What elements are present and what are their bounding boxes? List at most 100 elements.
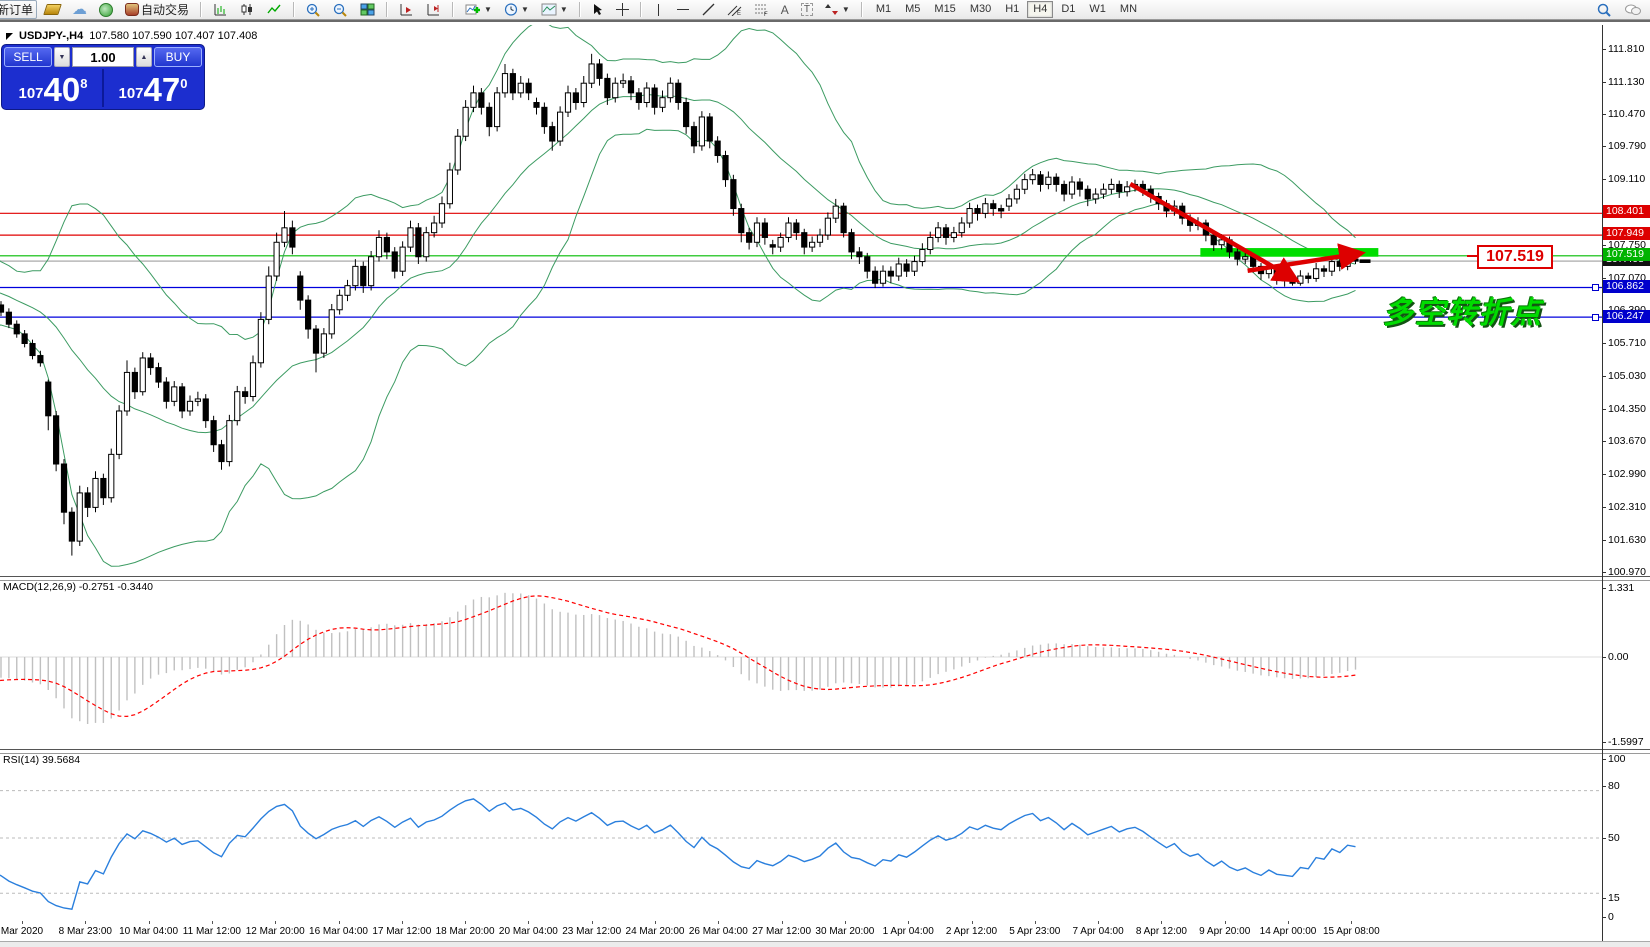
channel-tool-button[interactable]: E [723,0,746,19]
gold-icon[interactable] [41,0,64,19]
panel-toggle-icon[interactable] [6,33,13,40]
time-tick-7 [465,921,466,924]
line-chart-icon [267,3,282,16]
macd-pane-splitter[interactable] [0,576,1650,581]
time-label-14: 1 Apr 04:00 [883,926,934,937]
templates-button[interactable]: ▼ [537,0,572,19]
timeframe-h1[interactable]: H1 [999,1,1025,18]
status-strip [0,941,1650,947]
hline-handle[interactable] [1592,314,1599,321]
zoom-out-button[interactable] [329,0,352,19]
sell-price[interactable]: 107 40 8 [4,69,104,107]
dropdown-caret: ▼ [842,5,850,14]
time-label-19: 9 Apr 20:00 [1199,926,1250,937]
macd-tick--1.5997: -1.5997 [1608,736,1644,748]
timeframe-m1[interactable]: M1 [870,1,897,18]
trendline-tool-button[interactable] [698,0,719,19]
time-tick-2 [149,921,150,924]
hline-handle[interactable] [1592,284,1599,291]
macd-tick-1.331: 1.331 [1608,582,1634,594]
timeframe-w1[interactable]: W1 [1083,1,1112,18]
time-label-21: 15 Apr 08:00 [1323,926,1380,937]
time-label-9: 23 Mar 12:00 [562,926,621,937]
rsi-pane-splitter[interactable] [0,749,1650,754]
cloud-button[interactable]: ☁ [68,0,91,19]
time-tick-11 [718,921,719,924]
chart-ohlc-label: 107.580 107.590 107.407 107.408 [89,30,257,42]
timeframe-h4[interactable]: H4 [1027,1,1053,18]
label-tool-icon: T [801,3,813,16]
price-axis-line[interactable] [1602,25,1603,941]
volume-input[interactable]: 1.00 [72,47,134,67]
chat-button[interactable] [1620,0,1646,19]
price-tick-103.670: 103.670 [1608,435,1646,447]
buy-button[interactable]: BUY [154,47,202,67]
timeframe-m5[interactable]: M5 [899,1,926,18]
crosshair-button[interactable] [612,0,633,19]
chat-icon [1624,3,1642,17]
bar-chart-mode-button[interactable] [209,0,232,19]
time-label-3: 11 Mar 12:00 [183,926,241,937]
time-label-12: 27 Mar 12:00 [752,926,811,937]
chart-shift-button[interactable] [422,0,445,19]
time-label-0: Mar 2020 [1,926,43,937]
add-indicator-button[interactable]: ▼ [461,0,496,19]
tile-windows-button[interactable] [356,0,379,19]
label-tool-button[interactable]: T [797,0,817,19]
macd-tick-0.00: 0.00 [1608,651,1628,663]
price-tag-107519[interactable]: 107.519 [1477,245,1553,269]
line-chart-mode-button[interactable] [263,0,286,19]
cursor-button[interactable] [588,0,608,19]
zoom-in-button[interactable] [302,0,325,19]
fibonacci-icon: F [754,3,769,16]
gold-bar-icon [43,4,62,15]
macd-label: MACD(12,26,9) -0.2751 -0.3440 [3,581,153,593]
time-label-8: 20 Mar 04:00 [499,926,558,937]
auto-scroll-button[interactable] [395,0,418,19]
autotrade-button[interactable]: 自动交易 [121,0,193,19]
trendline-icon [702,3,715,16]
hline-tool-button[interactable] [672,0,694,19]
timeframe-d1[interactable]: D1 [1055,1,1081,18]
bar-chart-icon [213,3,228,16]
price-tick-110.470: 110.470 [1608,108,1645,120]
rsi-tick-0: 0 [1608,911,1614,923]
timeframe-m15[interactable]: M15 [928,1,961,18]
dropdown-caret: ▼ [560,5,568,14]
sell-button[interactable]: SELL [4,47,52,67]
candle-chart-mode-button[interactable] [236,0,259,19]
time-label-15: 2 Apr 12:00 [946,926,997,937]
rsi-tick-15: 15 [1608,892,1620,904]
time-tick-19 [1225,921,1226,924]
vline-tool-button[interactable] [649,0,668,19]
search-button[interactable] [1593,0,1616,19]
svg-text:F: F [764,12,768,16]
mt4-terminal: 新订单 ☁ 自动交易 [0,0,1650,947]
time-tick-15 [972,921,973,924]
candlestick-icon [240,3,255,16]
price-tick-105.030: 105.030 [1608,370,1646,382]
fibonacci-tool-button[interactable]: F [750,0,773,19]
turning-point-annotation: 多空转折点 [1383,288,1543,332]
shapes-tool-button[interactable]: ▼ [821,0,854,19]
time-tick-12 [782,921,783,924]
price-tick-111.810: 111.810 [1608,43,1644,55]
new-order-button[interactable]: 新订单 [0,0,37,19]
autotrade-label: 自动交易 [141,1,189,18]
price-badge-107.519: 107.519 [1603,248,1650,261]
time-label-17: 7 Apr 04:00 [1073,926,1124,937]
buy-price[interactable]: 107 47 0 [104,69,202,107]
volume-increase-button[interactable]: ▲ [136,47,152,67]
text-tool-button[interactable]: A [777,0,793,19]
timeframe-m30[interactable]: M30 [964,1,997,18]
periods-button[interactable]: ▼ [500,0,533,19]
volume-decrease-button[interactable]: ▼ [54,47,70,67]
timeframe-mn[interactable]: MN [1114,1,1143,18]
price-tick-105.710: 105.710 [1608,337,1646,349]
price-tick-109.110: 109.110 [1608,173,1645,185]
time-tick-3 [212,921,213,924]
toolbar-separator [640,2,642,17]
signal-button[interactable] [95,0,117,19]
time-tick-4 [275,921,276,924]
crosshair-icon [616,3,629,16]
